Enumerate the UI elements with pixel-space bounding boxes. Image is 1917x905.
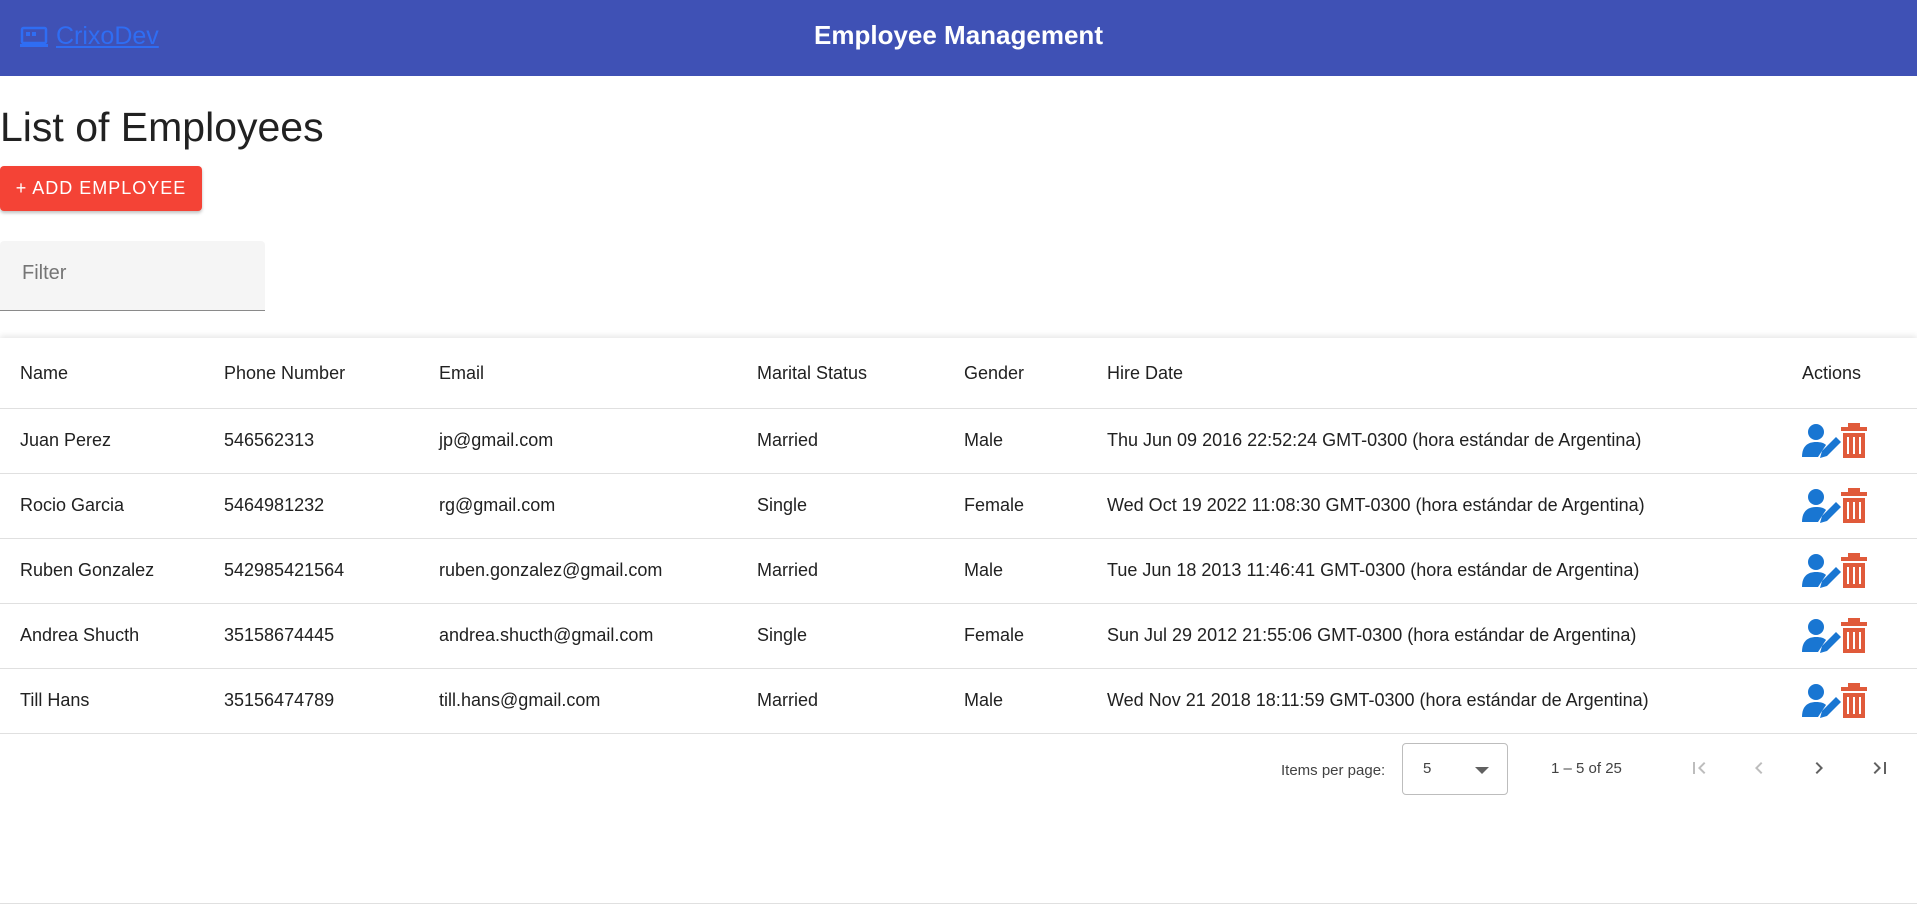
table-row: Rocio Garcia 5464981232 rg@gmail.com Sin… xyxy=(0,473,1917,539)
cell-name: Rocio Garcia xyxy=(20,495,125,515)
cell-name: Till Hans xyxy=(20,690,90,710)
cell-phone: 5464981232 xyxy=(224,495,325,515)
column-header-marital-status[interactable]: Marital Status xyxy=(757,338,867,408)
trash-icon[interactable] xyxy=(1834,681,1878,721)
page-bottom-divider xyxy=(0,903,1917,904)
first-page-button[interactable] xyxy=(1679,748,1719,788)
cell-gender: Male xyxy=(964,690,1004,710)
last-page-button[interactable] xyxy=(1860,748,1900,788)
table-row: Till Hans 35156474789 till.hans@gmail.co… xyxy=(0,668,1917,734)
cell-email: rg@gmail.com xyxy=(439,495,556,515)
page-title: List of Employees xyxy=(0,104,324,150)
app-title: Employee Management xyxy=(814,20,1103,50)
cell-name: Juan Perez xyxy=(20,430,112,450)
add-employee-button[interactable]: + ADD EMPLOYEE xyxy=(0,166,202,211)
page-size-value: 5 xyxy=(1423,760,1432,777)
row-actions xyxy=(1802,473,1878,538)
cell-gender: Female xyxy=(964,495,1025,515)
chevron-right-icon xyxy=(1815,762,1823,774)
trash-icon[interactable] xyxy=(1834,421,1878,461)
cell-marital-status: Single xyxy=(757,495,808,515)
paginator: Items per page: 5 1 – 5 of 25 xyxy=(0,740,1917,804)
previous-page-button[interactable] xyxy=(1739,748,1779,788)
column-header-email[interactable]: Email xyxy=(439,338,484,408)
filter-field[interactable] xyxy=(0,241,265,311)
column-header-hire-date[interactable]: Hire Date xyxy=(1107,338,1183,408)
cell-email: ruben.gonzalez@gmail.com xyxy=(439,560,663,580)
cell-gender: Male xyxy=(964,430,1004,450)
cell-email: jp@gmail.com xyxy=(439,430,554,450)
column-header-phone[interactable]: Phone Number xyxy=(224,338,345,408)
table-row: Juan Perez 546562313 jp@gmail.com Marrie… xyxy=(0,408,1917,474)
cell-hire-date: Sun Jul 29 2012 21:55:06 GMT-0300 (hora … xyxy=(1107,625,1637,645)
cell-email: till.hans@gmail.com xyxy=(439,690,601,710)
employees-table: Name Phone Number Email Marital Status G… xyxy=(0,338,1917,905)
cell-hire-date: Wed Oct 19 2022 11:08:30 GMT-0300 (hora … xyxy=(1107,495,1645,515)
cell-hire-date: Tue Jun 18 2013 11:46:41 GMT-0300 (hora … xyxy=(1107,560,1640,580)
table-header-row: Name Phone Number Email Marital Status G… xyxy=(0,338,1917,409)
table-row: Ruben Gonzalez 542985421564 ruben.gonzal… xyxy=(0,538,1917,604)
cell-name: Ruben Gonzalez xyxy=(20,560,155,580)
column-header-actions: Actions xyxy=(1802,362,1862,383)
cell-email: andrea.shucth@gmail.com xyxy=(439,625,654,645)
cell-marital-status: Married xyxy=(757,560,819,580)
cell-gender: Male xyxy=(964,560,1004,580)
column-header-gender[interactable]: Gender xyxy=(964,338,1024,408)
chevron-left-icon xyxy=(1755,762,1763,774)
next-page-button[interactable] xyxy=(1799,748,1839,788)
trash-icon[interactable] xyxy=(1834,551,1878,591)
trash-icon[interactable] xyxy=(1834,486,1878,526)
items-per-page-label: Items per page: xyxy=(1281,762,1386,779)
table-row: Andrea Shucth 35158674445 andrea.shucth@… xyxy=(0,603,1917,669)
cell-phone: 542985421564 xyxy=(224,560,345,580)
last-page-icon xyxy=(1873,762,1886,774)
cell-phone: 35158674445 xyxy=(224,625,335,645)
cell-marital-status: Single xyxy=(757,625,808,645)
row-actions xyxy=(1802,408,1878,473)
cell-hire-date: Wed Nov 21 2018 18:11:59 GMT-0300 (hora … xyxy=(1107,690,1649,710)
cell-phone: 546562313 xyxy=(224,430,315,450)
cell-name: Andrea Shucth xyxy=(20,625,140,645)
row-actions xyxy=(1802,538,1878,603)
row-actions xyxy=(1802,668,1878,733)
filter-input[interactable] xyxy=(20,261,254,286)
cell-marital-status: Married xyxy=(757,690,819,710)
top-toolbar: CrixoDev Employee Management xyxy=(0,0,1917,76)
cell-hire-date: Thu Jun 09 2016 22:52:24 GMT-0300 (hora … xyxy=(1107,430,1642,450)
cell-gender: Female xyxy=(964,625,1025,645)
first-page-icon xyxy=(1693,762,1706,774)
range-label: 1 – 5 of 25 xyxy=(1551,760,1622,777)
dropdown-arrow-icon xyxy=(1475,767,1489,774)
trash-icon[interactable] xyxy=(1834,616,1878,656)
column-header-name[interactable]: Name xyxy=(20,338,68,408)
cell-phone: 35156474789 xyxy=(224,690,335,710)
page-size-select[interactable]: 5 xyxy=(1402,743,1508,795)
row-actions xyxy=(1802,603,1878,668)
cell-marital-status: Married xyxy=(757,430,819,450)
